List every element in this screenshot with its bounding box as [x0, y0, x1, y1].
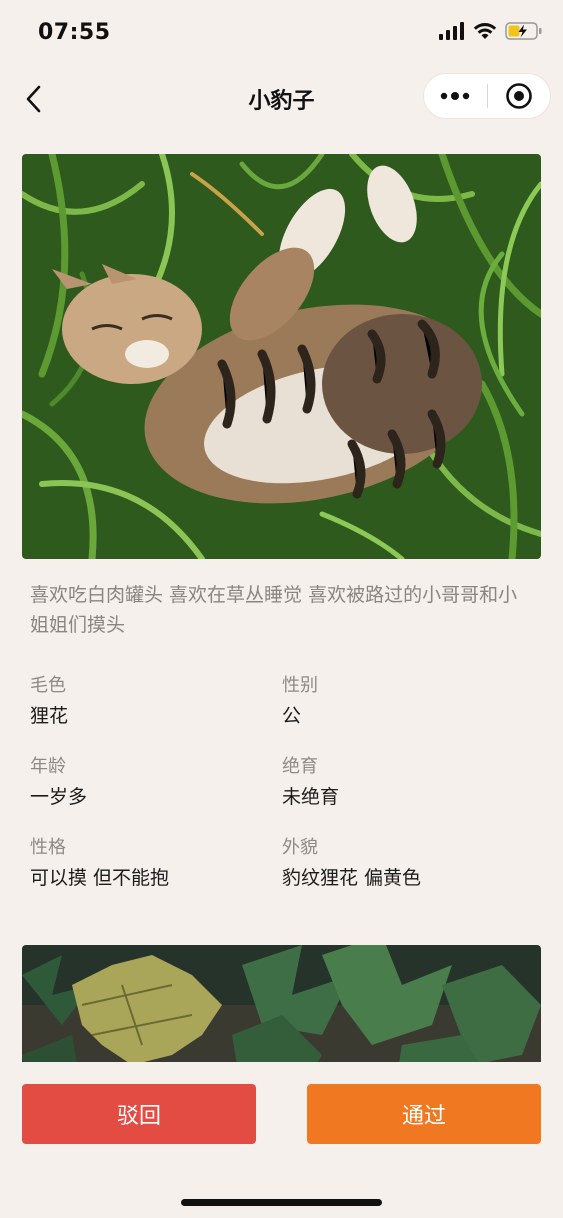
attribute-gender: 性别 公 — [282, 674, 522, 730]
attribute-neutered: 绝育 未绝育 — [282, 755, 522, 811]
more-dots-icon — [441, 92, 470, 100]
attribute-value: 一岁多 — [30, 786, 88, 808]
signal-icon — [439, 22, 464, 40]
attribute-label: 毛色 — [30, 675, 66, 696]
attribute-label: 年龄 — [30, 756, 66, 777]
more-button[interactable] — [424, 73, 487, 119]
attribute-value: 公 — [282, 705, 302, 727]
wifi-icon — [473, 23, 497, 39]
cat-detail-content[interactable]: 喜欢吃白肉罐头 喜欢在草丛睡觉 喜欢被路过的小哥哥和小姐姐们摸头 毛色 狸花 性… — [0, 134, 563, 1062]
attribute-value: 豹纹狸花 偏黄色 — [282, 867, 422, 889]
attribute-value: 未绝育 — [282, 786, 340, 808]
target-close-icon — [505, 83, 532, 109]
attribute-label: 外貌 — [282, 837, 318, 858]
attribute-value: 可以摸 但不能抱 — [30, 867, 170, 889]
status-bar: 07:55 — [0, 0, 563, 64]
attribute-appearance: 外貌 豹纹狸花 偏黄色 — [282, 836, 522, 892]
home-indicator[interactable] — [181, 1199, 382, 1206]
attribute-personality: 性格 可以摸 但不能抱 — [30, 836, 270, 892]
cat-photo[interactable] — [22, 154, 541, 559]
battery-charging-icon — [505, 22, 542, 40]
review-action-bar: 驳回 通过 — [0, 1062, 563, 1218]
nav-bar: 小豹子 — [0, 64, 563, 134]
approve-button[interactable]: 通过 — [307, 1084, 541, 1144]
cat-photo-secondary[interactable] — [22, 945, 541, 1062]
attribute-fur-color: 毛色 狸花 — [30, 674, 270, 730]
close-mini-program-button[interactable] — [487, 73, 550, 119]
status-time: 07:55 — [38, 20, 111, 45]
reject-button[interactable]: 驳回 — [22, 1084, 256, 1144]
attribute-label: 性格 — [30, 837, 66, 858]
status-icons — [439, 22, 543, 40]
attribute-value: 狸花 — [30, 705, 69, 727]
attribute-age: 年龄 一岁多 — [30, 755, 270, 811]
attribute-label: 绝育 — [282, 756, 318, 777]
mini-program-capsule — [423, 73, 551, 119]
cat-description: 喜欢吃白肉罐头 喜欢在草丛睡觉 喜欢被路过的小哥哥和小姐姐们摸头 — [30, 584, 518, 636]
attribute-label: 性别 — [282, 675, 318, 696]
